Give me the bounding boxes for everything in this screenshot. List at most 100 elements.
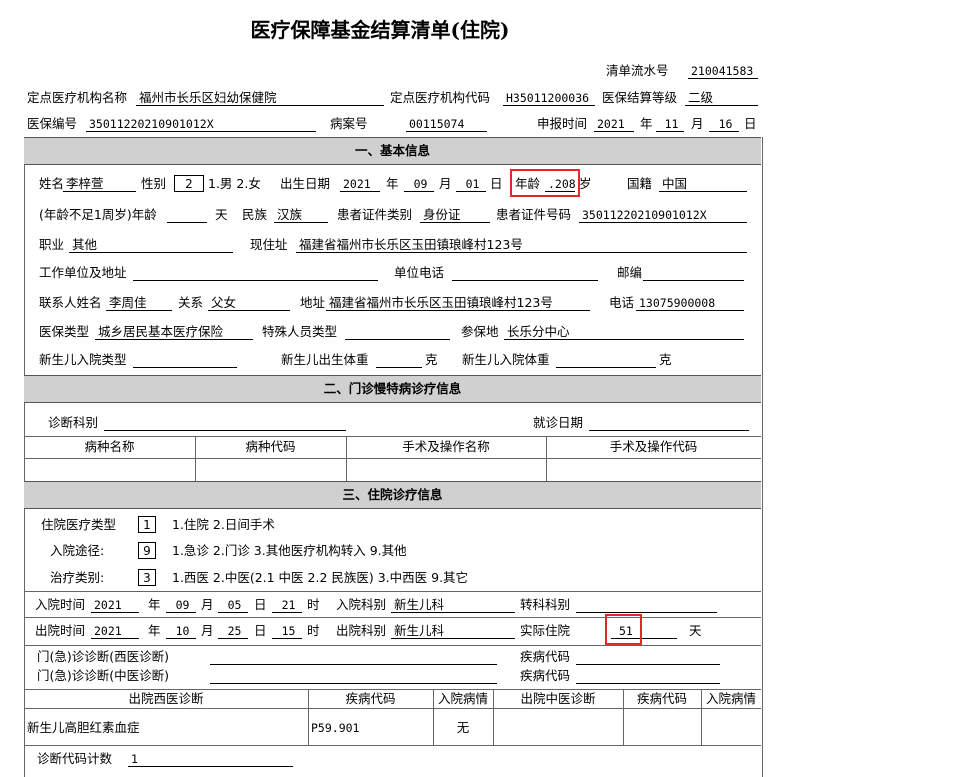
op-west-code-label: 疾病代码 [520, 649, 571, 664]
discharge-year-field[interactable]: 2021 [91, 623, 139, 639]
insurance-no-label: 医保编号 [27, 116, 78, 131]
op-tcm-diag-field[interactable] [210, 668, 497, 684]
stay-highlight-box [605, 614, 642, 645]
id-type-field[interactable]: 身份证 [420, 207, 490, 223]
newborn-admission-weight-unit: 克 [659, 352, 672, 367]
row-west-diagnosis: 新生儿高胆红素血症 [27, 720, 140, 735]
birth-year-unit: 年 [386, 176, 399, 191]
actual-stay-unit: 天 [689, 623, 702, 638]
record-no-field[interactable]: 00115074 [406, 116, 487, 132]
ethnicity-field[interactable]: 汉族 [274, 207, 328, 223]
admission-route-label: 入院途径: [50, 543, 105, 558]
report-day-field[interactable]: 16 [709, 116, 739, 132]
contact-field[interactable]: 李周佳 [106, 295, 172, 311]
col-west-code: 疾病代码 [345, 691, 396, 706]
admission-route-options: 1.急诊 2.门诊 3.其他医疗机构转入 9.其他 [172, 543, 407, 558]
admission-month-field[interactable]: 09 [166, 597, 196, 613]
admission-hour-field[interactable]: 21 [272, 597, 302, 613]
contact-label: 联系人姓名 [39, 295, 102, 310]
discharge-hour-field[interactable]: 15 [272, 623, 302, 639]
org-name-field[interactable]: 福州市长乐区妇幼保健院 [136, 90, 384, 106]
admission-dept-field[interactable]: 新生儿科 [391, 597, 515, 613]
transfer-dept-label: 转科科别 [520, 597, 571, 612]
outpatient-table-mid [24, 458, 761, 459]
admission-hour-unit: 时 [307, 597, 320, 612]
address-field[interactable]: 福建省福州市长乐区玉田镇琅峰村123号 [296, 237, 747, 253]
birth-month-field[interactable]: 09 [404, 176, 434, 192]
admission-route-box[interactable]: 9 [138, 542, 156, 559]
special-type-field[interactable] [345, 324, 450, 340]
diag-count-field[interactable]: 1 [128, 751, 293, 767]
col-operation-name: 手术及操作名称 [402, 439, 490, 454]
birth-year-field[interactable]: 2021 [340, 176, 380, 192]
work-field[interactable] [133, 265, 378, 281]
phone-label: 电话 [609, 295, 635, 310]
col-operation-code: 手术及操作代码 [609, 439, 698, 454]
diag-dept-field[interactable] [104, 415, 346, 431]
infant-age-label: (年龄不足1周岁)年龄 [39, 207, 157, 222]
birth-label: 出生日期 [280, 176, 331, 191]
relation-label: 关系 [178, 295, 204, 310]
row-west-code: P59.901 [311, 721, 360, 735]
inpatient-type-box[interactable]: 1 [138, 516, 156, 533]
contact-address-field[interactable]: 福建省福州市长乐区玉田镇琅峰村123号 [326, 295, 590, 311]
org-code-field[interactable]: H35011200036 [503, 90, 595, 106]
nationality-field[interactable]: 中国 [659, 176, 747, 192]
gender-box[interactable]: 2 [174, 175, 204, 192]
newborn-birth-weight-field[interactable] [376, 352, 422, 368]
phone-field[interactable]: 13075900008 [636, 295, 744, 311]
name-field[interactable]: 李梓萱 [63, 176, 136, 192]
insured-place-field[interactable]: 长乐分中心 [504, 324, 744, 340]
diag-dept-label: 诊断科别 [48, 415, 99, 430]
admission-day-field[interactable]: 05 [218, 597, 248, 613]
discharge-year-unit: 年 [148, 623, 161, 638]
id-no-field[interactable]: 35011220210901012X [579, 207, 747, 223]
infant-age-unit: 天 [215, 207, 228, 222]
zip-field[interactable] [643, 265, 744, 281]
insurance-no-field[interactable]: 35011220210901012X [86, 116, 316, 132]
admission-time-label: 入院时间 [35, 597, 86, 612]
report-month-field[interactable]: 11 [656, 116, 684, 132]
page-title: 医疗保障基金结算清单(住院) [250, 18, 510, 42]
newborn-birth-weight-unit: 克 [425, 352, 438, 367]
col-west-diagnosis: 出院西医诊断 [128, 691, 204, 706]
visit-date-label: 就诊日期 [533, 415, 584, 430]
discharge-hour-unit: 时 [307, 623, 320, 638]
zip-label: 邮编 [617, 265, 643, 280]
level-field[interactable]: 二级 [685, 90, 758, 106]
infant-age-field[interactable] [167, 207, 207, 223]
op-tcm-code-field[interactable] [576, 668, 720, 684]
transfer-dept-field[interactable] [576, 597, 717, 613]
discharge-month-field[interactable]: 10 [166, 623, 196, 639]
age-unit: 岁 [579, 176, 592, 191]
admission-year-field[interactable]: 2021 [91, 597, 139, 613]
treatment-type-box[interactable]: 3 [138, 569, 156, 586]
newborn-admission-weight-field[interactable] [556, 352, 656, 368]
serial-field[interactable]: 210041583 [688, 63, 758, 79]
op-west-diag-field[interactable] [210, 649, 497, 665]
work-phone-field[interactable] [452, 265, 598, 281]
visit-date-field[interactable] [589, 415, 749, 431]
relation-field[interactable]: 父女 [208, 295, 290, 311]
discharge-day-field[interactable]: 25 [218, 623, 248, 639]
newborn-type-field[interactable] [133, 352, 237, 368]
admission-month-unit: 月 [201, 597, 214, 612]
job-field[interactable]: 其他 [69, 237, 233, 253]
op-west-diag-label: 门(急)诊诊断(西医诊断) [37, 649, 170, 664]
birth-day-field[interactable]: 01 [456, 176, 486, 192]
month-unit: 月 [691, 116, 704, 131]
newborn-birth-weight-label: 新生儿出生体重 [281, 352, 369, 367]
op-west-code-field[interactable] [576, 649, 720, 665]
level-label: 医保结算等级 [602, 90, 678, 105]
outpatient-table-top [24, 436, 761, 437]
row-west-condition: 无 [456, 720, 470, 735]
actual-stay-label: 实际住院 [520, 623, 571, 638]
discharge-dept-field[interactable]: 新生儿科 [391, 623, 515, 639]
record-no-label: 病案号 [330, 116, 368, 131]
insurance-type-field[interactable]: 城乡居民基本医疗保险 [95, 324, 253, 340]
id-no-label: 患者证件号码 [496, 207, 572, 222]
discharge-dept-label: 出院科别 [336, 623, 387, 638]
col-tcm-diagnosis: 出院中医诊断 [520, 691, 596, 706]
discharge-month-unit: 月 [201, 623, 214, 638]
report-year-field[interactable]: 2021 [594, 116, 634, 132]
